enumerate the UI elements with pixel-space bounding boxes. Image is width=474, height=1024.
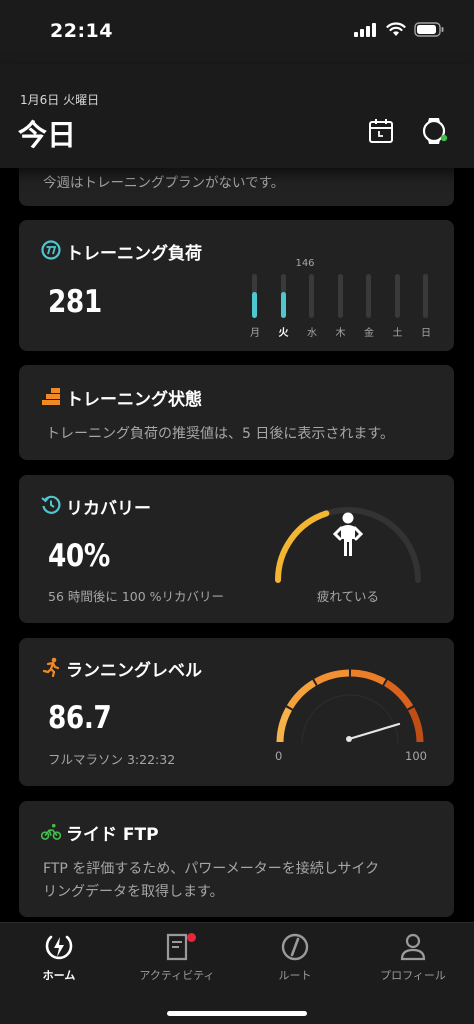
bottom-nav: ホーム アクティビティ ルート プロフィール [0, 922, 474, 1024]
dashboard-scroll[interactable]: 今週はトレーニングプランがないです。 トレーニング負荷 281 146 月 火 水 木… [0, 168, 474, 922]
running-level-title: ランニングレベル [66, 661, 202, 681]
ride-ftp-text-line1: FTP を評価するため、パワーメーターを接続しサイク [43, 861, 380, 877]
calendar-button[interactable] [366, 116, 396, 146]
load-day-label: 日 [421, 328, 431, 339]
gauge-segment [276, 707, 293, 743]
training-load-card[interactable]: トレーニング負荷 281 146 月 火 水 木 金 土 日 [19, 220, 454, 351]
training-state-card[interactable]: トレーニング状態 トレーニング負荷の推奨値は、5 日後に表示されます。 [19, 365, 454, 460]
home-bolt-icon [45, 935, 73, 960]
gauge-needle-line [347, 722, 401, 741]
weekly-load-peak-label: 146 [295, 258, 315, 269]
gauge-needle-hub [346, 736, 352, 742]
load-day-4: 金 [359, 274, 379, 340]
training-plan-card[interactable]: 今週はトレーニングプランがないです。 [19, 168, 454, 206]
load-day-label: 水 [307, 328, 317, 339]
load-day-2: 水 [302, 274, 322, 340]
running-icon [42, 657, 60, 677]
load-day-label: 金 [364, 328, 374, 339]
gauge-segment [350, 669, 386, 686]
recovery-gauge-label: 疲れている [316, 589, 380, 604]
load-day-label: 土 [392, 328, 403, 339]
load-day-track [309, 274, 314, 318]
weekly-load-chart: 146 月 火 水 木 金 土 日 [245, 258, 435, 342]
load-day-3: 木 [331, 274, 351, 340]
recovery-title: リカバリー [66, 499, 151, 519]
profile-icon [400, 933, 426, 961]
load-day-track [394, 274, 400, 318]
gauge-segment [407, 707, 424, 743]
recovery-value: 40% [48, 538, 110, 574]
ride-ftp-card[interactable]: ライド FTP FTP を評価するため、パワーメーターを接続しサイク リングデー… [19, 801, 454, 917]
recovery-gauge [275, 507, 421, 583]
header-date: 1月6日 火曜日 [20, 93, 100, 107]
status-bar: 22:14 [0, 0, 474, 64]
page-title: 今日 [18, 118, 77, 152]
training-state-title: トレーニング状態 [66, 390, 202, 410]
nav-activity[interactable]: アクティビティ [118, 931, 236, 991]
load-day-1: 火 [274, 274, 294, 340]
training-load-title: トレーニング負荷 [66, 244, 202, 264]
notification-dot [187, 933, 196, 942]
nav-home[interactable]: ホーム [0, 931, 118, 991]
load-day-track [423, 274, 428, 318]
gauge-segment [286, 679, 317, 710]
load-day-track [366, 274, 371, 318]
battery-icon [414, 22, 444, 37]
load-day-0: 月 [245, 274, 265, 340]
nav-profile-label: プロフィール [380, 969, 446, 982]
status-icons [354, 22, 444, 37]
nav-route-label: ルート [278, 969, 312, 982]
page-header: 1月6日 火曜日 今日 [0, 64, 474, 168]
recovery-icon [41, 495, 61, 514]
training-plan-text: 今週はトレーニングプランがないです。 [43, 175, 285, 191]
training-state-icon [42, 388, 60, 405]
gauge-segment [314, 669, 350, 686]
running-level-value: 86.7 [48, 700, 112, 736]
cycling-icon [41, 823, 61, 840]
nav-profile[interactable]: プロフィール [354, 931, 472, 991]
calendar-icon [369, 119, 393, 143]
route-compass-icon [281, 933, 309, 961]
load-day-track [337, 274, 343, 318]
nav-home-label: ホーム [42, 969, 76, 982]
watch-button[interactable] [419, 116, 449, 146]
load-day-5: 土 [388, 274, 408, 340]
ride-ftp-title: ライド FTP [66, 825, 159, 845]
running-level-card[interactable]: ランニングレベル 86.7 フルマラソン 3:22:32 0 100 [19, 638, 454, 786]
load-day-label: 木 [335, 328, 346, 339]
training-load-value: 281 [48, 284, 102, 320]
load-day-label: 火 [278, 328, 289, 339]
training-state-text: トレーニング負荷の推奨値は、5 日後に表示されます。 [46, 426, 394, 442]
status-time: 22:14 [50, 20, 113, 42]
load-day-label: 月 [250, 328, 260, 339]
load-day-bar [280, 292, 286, 318]
home-indicator [167, 1011, 307, 1016]
gauge-segment [383, 679, 414, 710]
smartwatch-icon [422, 118, 448, 144]
running-level-gauge [276, 669, 424, 744]
running-level-subtitle: フルマラソン 3:22:32 [48, 752, 176, 767]
gauge-needle [346, 722, 401, 742]
recovery-subtitle: 56 時間後に 100 %リカバリー [48, 589, 225, 604]
gauge-max-label: 100 [405, 749, 427, 763]
training-load-icon [41, 240, 61, 260]
nav-activity-label: アクティビティ [139, 969, 215, 982]
load-day-6: 日 [416, 274, 436, 340]
gauge-min-label: 0 [275, 749, 283, 763]
tired-person-icon [332, 512, 364, 556]
cellular-signal-icon [354, 22, 376, 37]
ride-ftp-text-line2: リングデータを取得します。 [43, 884, 224, 900]
wifi-icon [386, 22, 406, 36]
recovery-card[interactable]: リカバリー 40% 56 時間後に 100 %リカバリー 疲れている [19, 475, 454, 623]
load-day-bar [252, 292, 257, 318]
nav-route[interactable]: ルート [236, 931, 354, 991]
